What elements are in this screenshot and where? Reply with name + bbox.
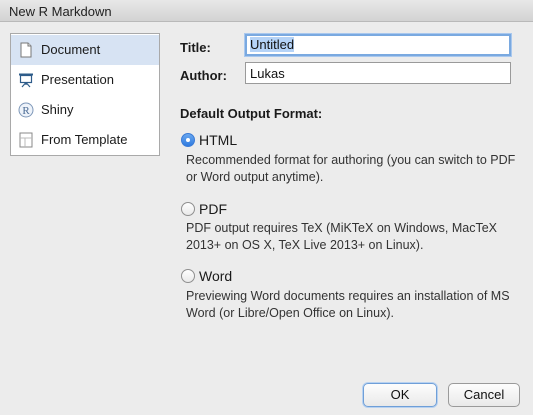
author-label: Author: xyxy=(180,68,227,83)
title-label: Title: xyxy=(180,40,211,55)
sidebar-item-presentation[interactable]: Presentation xyxy=(11,65,159,95)
presentation-icon xyxy=(19,73,33,88)
template-type-list: Document Presentation R Shiny From Templ… xyxy=(10,33,160,156)
shiny-r-icon: R xyxy=(18,102,34,118)
sidebar-item-label: Presentation xyxy=(41,72,114,87)
html-radio[interactable] xyxy=(181,133,195,147)
title-bar: New R Markdown xyxy=(0,0,533,22)
word-option-label[interactable]: Word xyxy=(199,268,232,284)
author-field[interactable] xyxy=(245,62,511,84)
sidebar-item-label: From Template xyxy=(41,132,128,147)
svg-text:R: R xyxy=(22,105,30,117)
output-format-heading: Default Output Format: xyxy=(180,106,323,121)
document-icon xyxy=(20,42,32,58)
ok-button[interactable]: OK xyxy=(363,383,437,407)
sidebar-item-shiny[interactable]: R Shiny xyxy=(11,95,159,125)
cancel-button[interactable]: Cancel xyxy=(448,383,520,407)
title-field[interactable]: Untitled xyxy=(245,34,511,56)
sidebar-item-from-template[interactable]: From Template xyxy=(11,125,159,155)
pdf-radio[interactable] xyxy=(181,202,195,216)
html-option-label[interactable]: HTML xyxy=(199,132,237,148)
sidebar-item-label: Shiny xyxy=(41,102,74,117)
window-title: New R Markdown xyxy=(9,4,112,19)
template-icon xyxy=(19,132,33,148)
html-option-description: Recommended format for authoring (you ca… xyxy=(186,153,516,184)
word-option-description: Previewing Word documents requires an in… xyxy=(186,289,510,320)
sidebar-item-label: Document xyxy=(41,42,101,57)
pdf-option-description: PDF output requires TeX (MiKTeX on Windo… xyxy=(186,221,498,252)
word-radio[interactable] xyxy=(181,269,195,283)
sidebar-item-document[interactable]: Document xyxy=(11,35,159,65)
title-field-value: Untitled xyxy=(250,37,295,52)
pdf-option-label[interactable]: PDF xyxy=(199,201,227,217)
